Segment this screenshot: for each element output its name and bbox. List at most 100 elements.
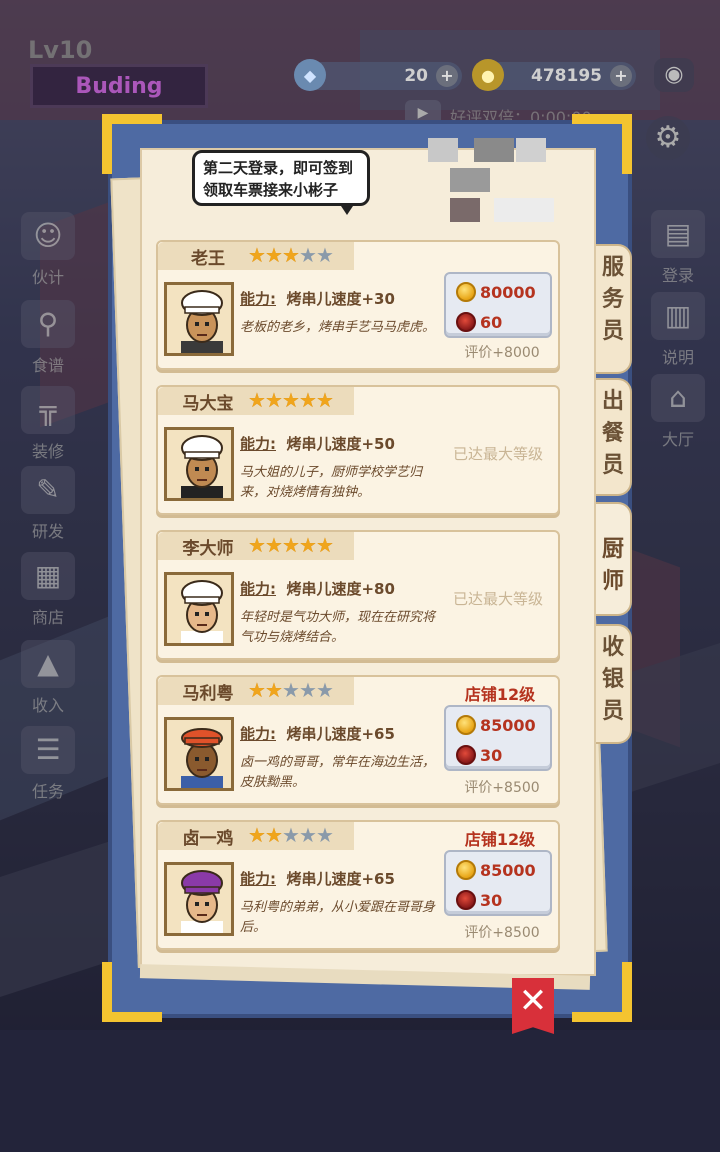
max-level-label: 已达最大等级 <box>452 445 543 463</box>
menu-recipes[interactable]: ⚲ 食谱 <box>8 300 88 376</box>
skewer-icon: ⚲ <box>21 300 75 348</box>
calendar-icon: ▤ <box>651 210 705 258</box>
tab-cashier[interactable]: 收银员 <box>596 624 632 744</box>
coin-counter[interactable]: ● 478195 + <box>472 59 636 91</box>
rating-bonus: 评价+8500 <box>464 780 540 796</box>
chef-portrait <box>164 862 234 936</box>
star-icon: ★ <box>316 533 334 557</box>
star-rating: ★★★★★ <box>248 243 334 267</box>
chef-card: 马大宝 ★★★★★ 能力: 烤串儿速度+50 马大姐的儿子，厨师学校学艺归来，对… <box>156 385 560 515</box>
gem-cost: 60 <box>480 312 503 332</box>
gem-icon <box>456 890 476 910</box>
chef-portrait <box>164 572 234 646</box>
ability-value: 烤串儿速度+65 <box>286 870 395 888</box>
gem-icon <box>456 312 476 332</box>
menu-tasks[interactable]: ☰ 任务 <box>8 726 88 802</box>
star-rating: ★★★★★ <box>248 388 334 412</box>
add-diamond-icon[interactable]: + <box>436 65 458 87</box>
coin-cost: 85000 <box>480 715 536 735</box>
hall-icon: ⌂ <box>651 374 705 422</box>
chef-portrait-icon <box>167 285 231 353</box>
chef-name: 李大师 <box>182 539 234 559</box>
chef-portrait <box>164 282 234 356</box>
gem-icon <box>456 745 476 765</box>
ability-label: 能力: <box>240 725 276 743</box>
star-icon: ★ <box>316 823 334 847</box>
diamond-icon: ◆ <box>294 59 326 91</box>
star-icon: ★ <box>299 533 317 557</box>
star-icon: ★ <box>282 388 300 412</box>
shop-level-requirement: 店铺12级 <box>464 685 536 704</box>
chef-card: 老王 ★★★★★ 能力: 烤串儿速度+30 老板的老乡，烤串手艺马马虎虎。 80… <box>156 240 560 370</box>
star-icon: ★ <box>316 388 334 412</box>
hire-button[interactable]: 85000 30 <box>444 850 552 916</box>
chef-name: 马大宝 <box>182 394 234 414</box>
diamond-counter[interactable]: ◆ 20 + <box>294 59 462 91</box>
star-icon: ★ <box>248 533 266 557</box>
star-icon: ★ <box>316 678 334 702</box>
menu-help[interactable]: ▥ 说明 <box>638 292 718 368</box>
rating-bonus: 评价+8000 <box>464 345 540 361</box>
book-icon: ▥ <box>651 292 705 340</box>
star-icon: ★ <box>265 388 283 412</box>
coin-icon: ● <box>472 59 504 91</box>
chef-portrait-icon <box>167 865 231 933</box>
login-tip-bubble: 第二天登录，即可签到 领取车票接来小彬子 <box>192 150 370 215</box>
star-icon: ★ <box>299 823 317 847</box>
hire-button[interactable]: 80000 60 <box>444 272 552 338</box>
tab-chef[interactable]: 厨师 <box>596 502 632 616</box>
player-level: Lv10 <box>28 36 93 64</box>
menu-shop[interactable]: ▦ 商店 <box>8 552 88 628</box>
menu-research[interactable]: ✎ 研发 <box>8 466 88 542</box>
chef-hat-icon: ☺ <box>21 212 75 260</box>
table-icon: ╦ <box>21 386 75 434</box>
hire-button[interactable]: 85000 30 <box>444 705 552 771</box>
star-icon: ★ <box>316 243 334 267</box>
gem-cost: 30 <box>480 890 503 910</box>
coin-count: 478195 <box>531 66 602 86</box>
ability-value: 烤串儿速度+30 <box>286 290 395 308</box>
star-icon: ★ <box>248 823 266 847</box>
chef-portrait <box>164 427 234 501</box>
chef-description: 老板的老乡，烤串手艺马马虎虎。 <box>240 320 436 335</box>
star-icon: ★ <box>265 533 283 557</box>
star-icon: ★ <box>299 243 317 267</box>
chef-portrait-icon <box>167 575 231 643</box>
coin-icon <box>456 715 476 735</box>
chef-name: 老王 <box>191 249 225 269</box>
gem-cost: 30 <box>480 745 503 765</box>
menu-staff[interactable]: ☺ 伙计 <box>8 212 88 288</box>
chef-name: 马利粤 <box>182 684 234 704</box>
chef-portrait <box>164 717 234 791</box>
tab-server[interactable]: 出餐员 <box>596 378 632 496</box>
max-level-label: 已达最大等级 <box>452 590 543 608</box>
chef-portrait-icon <box>167 430 231 498</box>
bottom-panel <box>0 1030 720 1152</box>
star-rating: ★★★★★ <box>248 678 334 702</box>
chef-card: 卤一鸡 ★★★★★ 能力: 烤串儿速度+65 马利粤的弟弟，从小爱跟在哥哥身后。… <box>156 820 560 950</box>
ability-line: 能力: 烤串儿速度+50 <box>240 433 395 454</box>
eye-icon[interactable]: ◉ <box>654 58 694 92</box>
star-rating: ★★★★★ <box>248 823 334 847</box>
chef-name: 卤一鸡 <box>182 829 234 849</box>
pixelated-image <box>420 138 570 234</box>
gear-icon[interactable]: ⚙ <box>646 116 690 160</box>
menu-login[interactable]: ▤ 登录 <box>638 210 718 286</box>
ability-line: 能力: 烤串儿速度+65 <box>240 868 395 889</box>
menu-hall[interactable]: ⌂ 大厅 <box>638 374 718 450</box>
star-icon: ★ <box>265 823 283 847</box>
menu-income[interactable]: ▲ 收入 <box>8 640 88 716</box>
tab-waiter[interactable]: 服务员 <box>596 244 632 374</box>
rating-bonus: 评价+8500 <box>464 925 540 941</box>
menu-decorate[interactable]: ╦ 装修 <box>8 386 88 462</box>
coin-cost: 80000 <box>480 282 536 302</box>
add-coin-icon[interactable]: + <box>610 65 632 87</box>
player-name[interactable]: Buding <box>30 64 208 108</box>
ability-value: 烤串儿速度+50 <box>286 435 395 453</box>
chef-card: 马利粤 ★★★★★ 能力: 烤串儿速度+65 卤一鸡的哥哥，常年在海边生活，皮肤… <box>156 675 560 805</box>
chef-description: 卤一鸡的哥哥，常年在海边生活，皮肤黝黑。 <box>240 755 436 790</box>
close-button[interactable]: ✕ <box>512 978 554 1034</box>
ability-line: 能力: 烤串儿速度+65 <box>240 723 395 744</box>
shop-icon: ▦ <box>21 552 75 600</box>
chef-description: 年轻时是气功大师，现在在研究将气功与烧烤结合。 <box>240 610 436 645</box>
